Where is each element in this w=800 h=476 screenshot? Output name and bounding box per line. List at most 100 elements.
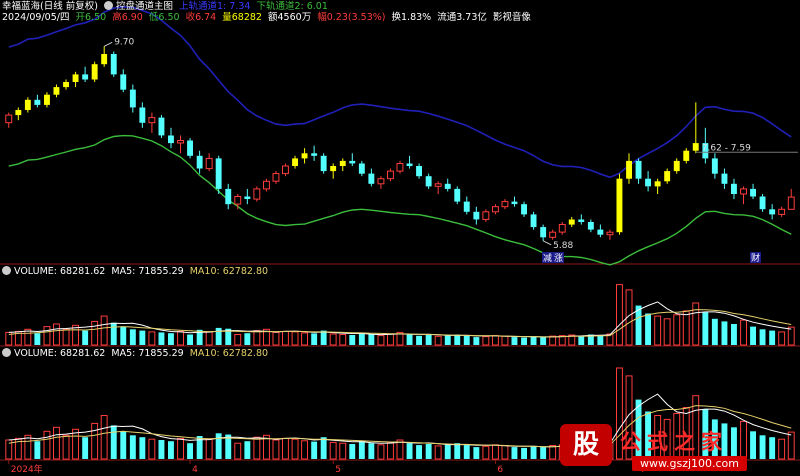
candle-body [63,82,69,88]
candle-body [177,140,185,144]
panel2-volume-bar [215,433,222,459]
close-value: 收6.74 [185,12,217,23]
panel1-volume-bar [416,335,422,345]
panel1-volume-bar [434,335,442,346]
open-value: 开6.50 [75,12,107,23]
volume-header-2: VOLUME: 68281.62 MA5: 71855.29 MA10: 627… [2,348,271,359]
candle-body [787,196,795,210]
panel1-volume-bar [425,335,432,345]
candle-body [444,183,451,189]
panel2-volume-bar [549,445,557,460]
panel2-volume-bar [521,447,527,459]
ma5-label: MA5: 71855.29 [111,348,184,359]
panel1-volume-bar [654,315,662,346]
candle-body [406,163,413,166]
panel1-volume-bar [406,334,413,345]
panel1-volume-bar [731,324,737,345]
settings-icon[interactable] [2,348,11,357]
panel1-volume-bar [187,334,193,345]
panel1-volume-bar [349,335,356,345]
candle-body [778,208,786,215]
candle-body [740,188,747,195]
panel2-volume-bar [91,422,99,460]
panel1-volume-bar [358,333,365,345]
panel1-volume-bar [100,315,108,346]
candle-body [139,107,146,123]
candle-body [110,54,117,75]
panel1-volume-bar [110,322,117,345]
panel1-volume-bar [463,335,470,345]
panel2-volume-bar [148,438,156,460]
panel1-volume-bar [511,337,518,345]
lower-channel-value: 下轨通道2: 6.01 [256,1,328,12]
panel1-volume-bar [168,333,174,345]
range-label: 7.62 - 7.59 [702,143,751,153]
candle-body [53,87,60,95]
candle-body [272,173,280,182]
candle-body [673,160,680,172]
panel2-volume-bar [72,428,79,460]
candle-body [530,214,537,228]
watermark: 股 公式之家 www.gszj100.com [560,424,800,476]
candle-body [549,231,557,238]
candle-body [616,178,623,233]
candle-body [731,183,737,194]
panel1-volume-bar [244,333,251,345]
panel2-volume-bar [272,439,280,460]
low-label: 5.88 [553,241,573,251]
panel1-volume-bar [521,337,527,345]
candle-body [558,224,566,233]
amount-value: 额4560万 [268,12,312,23]
panel1-volume-bar [272,331,280,346]
candle-body [416,166,422,177]
lower-channel-line [8,134,792,266]
candle-body [587,222,594,230]
settings-icon[interactable] [2,266,11,275]
x-tick-label: 6 [497,465,503,475]
candle-body [750,188,756,197]
event-tag-zhang: 涨 [554,253,563,264]
panel1-volume-bar [645,313,651,345]
candle-body [148,117,156,124]
panel1-volume-bar [253,330,261,346]
high-value: 高6.90 [112,12,143,23]
watermark-url[interactable]: www.gszj100.com [632,456,748,471]
panel1-volume-bar [339,334,347,346]
settings-icon[interactable] [103,1,113,10]
candle-body [645,178,651,187]
candle-body [91,64,98,80]
formula-name: 控盘通道主图 [115,1,173,12]
panel1-volume-bar [787,326,795,346]
panel1-volume-bar [778,331,786,346]
candle-body [158,117,165,136]
quote-header: 2024/09/05/四 开6.50 高6.90 低6.50 收6.74 量68… [2,12,534,23]
panel2-volume-bar [473,447,480,459]
panel2-volume-bar [377,444,385,460]
candle-body [320,155,327,172]
panel2-volume-bar [492,444,499,460]
candle-body [205,157,213,170]
candle-body [654,181,661,187]
panel2-volume-bar [120,431,127,459]
candle-body [5,114,13,124]
candle-body [492,206,499,213]
candle-body [187,140,193,156]
panel2-volume-bar [416,445,422,459]
panel1-volume-bar [53,323,60,346]
panel2-volume-bar [82,437,89,459]
panel2-volume-bar [53,426,60,460]
sector-button[interactable]: 影视音像 [493,12,531,23]
panel2-volume-bar [530,446,537,459]
candle-body [234,196,242,205]
candle-body [330,166,337,172]
panel2-volume-bar [387,441,394,460]
candle-body [473,211,480,220]
panel2-volume-bar [425,444,432,459]
panel2-volume-bar [100,415,108,460]
candle-body [434,183,442,187]
panel1-volume-bar [234,334,242,346]
panel1-volume-bar [120,326,127,345]
x-tick-label: 5 [335,465,341,475]
ma5-label: MA5: 71855.29 [111,266,184,277]
candle-body [568,219,575,225]
